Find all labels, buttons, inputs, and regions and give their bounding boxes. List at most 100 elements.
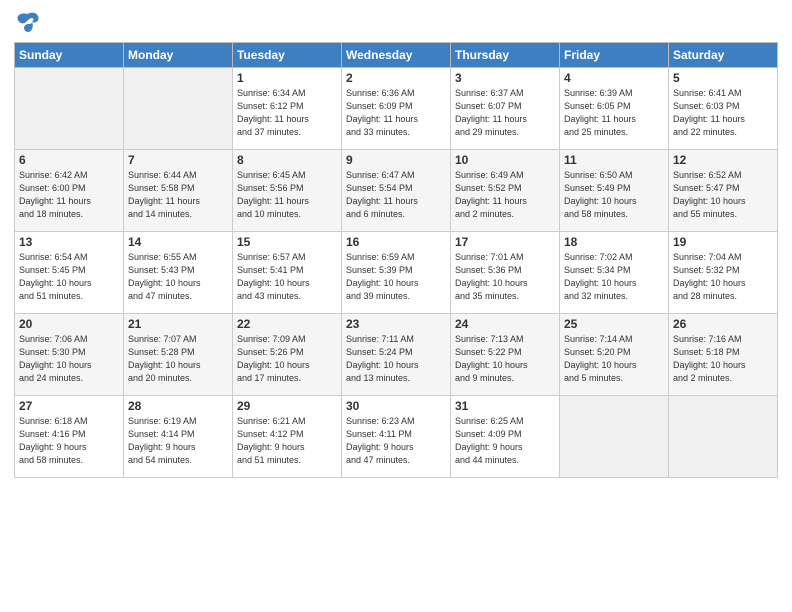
day-info: Sunrise: 6:57 AMSunset: 5:41 PMDaylight:… [237,251,337,303]
calendar-table: SundayMondayTuesdayWednesdayThursdayFrid… [14,42,778,478]
day-info: Sunrise: 6:59 AMSunset: 5:39 PMDaylight:… [346,251,446,303]
day-number: 20 [19,317,119,331]
day-info: Sunrise: 6:55 AMSunset: 5:43 PMDaylight:… [128,251,228,303]
day-number: 1 [237,71,337,85]
calendar-cell: 12 Sunrise: 6:52 AMSunset: 5:47 PMDayligh… [669,150,778,232]
calendar-cell: 8 Sunrise: 6:45 AMSunset: 5:56 PMDaylight… [233,150,342,232]
day-header-thursday: Thursday [451,43,560,68]
day-number: 8 [237,153,337,167]
calendar-cell: 6Sunrise: 6:42 AMSunset: 6:00 PMDaylight… [15,150,124,232]
day-header-friday: Friday [560,43,669,68]
day-number: 18 [564,235,664,249]
day-number: 22 [237,317,337,331]
calendar-cell: 15 Sunrise: 6:57 AMSunset: 5:41 PMDayligh… [233,232,342,314]
day-info: Sunrise: 6:47 AMSunset: 5:54 PMDaylight:… [346,169,446,221]
calendar-cell: 1 Sunrise: 6:34 AMSunset: 6:12 PMDaylight… [233,68,342,150]
day-info: Sunrise: 7:02 AMSunset: 5:34 PMDaylight:… [564,251,664,303]
calendar-cell: 18 Sunrise: 7:02 AMSunset: 5:34 PMDayligh… [560,232,669,314]
day-info: Sunrise: 7:16 AMSunset: 5:18 PMDaylight:… [673,333,773,385]
day-info: Sunrise: 6:36 AMSunset: 6:09 PMDaylight:… [346,87,446,139]
calendar-cell: 13Sunrise: 6:54 AMSunset: 5:45 PMDayligh… [15,232,124,314]
calendar-cell: 16 Sunrise: 6:59 AMSunset: 5:39 PMDayligh… [342,232,451,314]
calendar-cell [15,68,124,150]
calendar-cell: 3Sunrise: 6:37 AMSunset: 6:07 PMDaylight… [451,68,560,150]
day-info: Sunrise: 6:42 AMSunset: 6:00 PMDaylight:… [19,169,119,221]
day-info: Sunrise: 6:52 AMSunset: 5:47 PMDaylight:… [673,169,773,221]
calendar-week-row: 1 Sunrise: 6:34 AMSunset: 6:12 PMDaylight… [15,68,778,150]
day-info: Sunrise: 6:23 AMSunset: 4:11 PMDaylight:… [346,415,446,467]
day-info: Sunrise: 7:06 AMSunset: 5:30 PMDaylight:… [19,333,119,385]
day-number: 19 [673,235,773,249]
day-number: 4 [564,71,664,85]
calendar-cell [669,396,778,478]
day-info: Sunrise: 6:18 AMSunset: 4:16 PMDaylight:… [19,415,119,467]
calendar-cell: 23 Sunrise: 7:11 AMSunset: 5:24 PMDayligh… [342,314,451,396]
day-info: Sunrise: 7:13 AMSunset: 5:22 PMDaylight:… [455,333,555,385]
day-info: Sunrise: 6:44 AMSunset: 5:58 PMDaylight:… [128,169,228,221]
day-number: 16 [346,235,446,249]
day-info: Sunrise: 6:45 AMSunset: 5:56 PMDaylight:… [237,169,337,221]
calendar-cell: 21 Sunrise: 7:07 AMSunset: 5:28 PMDayligh… [124,314,233,396]
day-info: Sunrise: 6:41 AMSunset: 6:03 PMDaylight:… [673,87,773,139]
day-header-saturday: Saturday [669,43,778,68]
calendar-cell: 14Sunrise: 6:55 AMSunset: 5:43 PMDayligh… [124,232,233,314]
calendar-cell: 30 Sunrise: 6:23 AMSunset: 4:11 PMDayligh… [342,396,451,478]
day-number: 23 [346,317,446,331]
day-header-sunday: Sunday [15,43,124,68]
day-number: 12 [673,153,773,167]
day-header-monday: Monday [124,43,233,68]
day-number: 7 [128,153,228,167]
day-number: 17 [455,235,555,249]
day-info: Sunrise: 7:04 AMSunset: 5:32 PMDaylight:… [673,251,773,303]
calendar-cell: 5 Sunrise: 6:41 AMSunset: 6:03 PMDaylight… [669,68,778,150]
logo-icon [14,10,42,34]
day-info: Sunrise: 7:07 AMSunset: 5:28 PMDaylight:… [128,333,228,385]
day-number: 31 [455,399,555,413]
day-number: 3 [455,71,555,85]
day-info: Sunrise: 7:14 AMSunset: 5:20 PMDaylight:… [564,333,664,385]
calendar-cell: 26Sunrise: 7:16 AMSunset: 5:18 PMDayligh… [669,314,778,396]
calendar-cell: 29 Sunrise: 6:21 AMSunset: 4:12 PMDayligh… [233,396,342,478]
day-number: 15 [237,235,337,249]
day-info: Sunrise: 7:09 AMSunset: 5:26 PMDaylight:… [237,333,337,385]
day-number: 25 [564,317,664,331]
day-info: Sunrise: 6:39 AMSunset: 6:05 PMDaylight:… [564,87,664,139]
day-info: Sunrise: 6:21 AMSunset: 4:12 PMDaylight:… [237,415,337,467]
calendar-cell: 27Sunrise: 6:18 AMSunset: 4:16 PMDayligh… [15,396,124,478]
day-info: Sunrise: 7:01 AMSunset: 5:36 PMDaylight:… [455,251,555,303]
day-info: Sunrise: 6:49 AMSunset: 5:52 PMDaylight:… [455,169,555,221]
calendar-cell: 4 Sunrise: 6:39 AMSunset: 6:05 PMDaylight… [560,68,669,150]
day-info: Sunrise: 6:25 AMSunset: 4:09 PMDaylight:… [455,415,555,467]
calendar-cell: 31 Sunrise: 6:25 AMSunset: 4:09 PMDayligh… [451,396,560,478]
day-number: 29 [237,399,337,413]
calendar-cell: 19 Sunrise: 7:04 AMSunset: 5:32 PMDayligh… [669,232,778,314]
day-number: 30 [346,399,446,413]
day-header-tuesday: Tuesday [233,43,342,68]
day-number: 9 [346,153,446,167]
calendar-header-row: SundayMondayTuesdayWednesdayThursdayFrid… [15,43,778,68]
calendar-week-row: 13Sunrise: 6:54 AMSunset: 5:45 PMDayligh… [15,232,778,314]
day-info: Sunrise: 7:11 AMSunset: 5:24 PMDaylight:… [346,333,446,385]
day-number: 5 [673,71,773,85]
calendar-cell: 2 Sunrise: 6:36 AMSunset: 6:09 PMDaylight… [342,68,451,150]
calendar-cell: 25 Sunrise: 7:14 AMSunset: 5:20 PMDayligh… [560,314,669,396]
calendar-cell: 28 Sunrise: 6:19 AMSunset: 4:14 PMDayligh… [124,396,233,478]
calendar-cell: 22 Sunrise: 7:09 AMSunset: 5:26 PMDayligh… [233,314,342,396]
day-number: 2 [346,71,446,85]
page-container: SundayMondayTuesdayWednesdayThursdayFrid… [0,0,792,612]
calendar-cell: 10 Sunrise: 6:49 AMSunset: 5:52 PMDayligh… [451,150,560,232]
calendar-week-row: 27Sunrise: 6:18 AMSunset: 4:16 PMDayligh… [15,396,778,478]
day-number: 28 [128,399,228,413]
day-info: Sunrise: 6:34 AMSunset: 6:12 PMDaylight:… [237,87,337,139]
day-number: 10 [455,153,555,167]
day-number: 11 [564,153,664,167]
day-info: Sunrise: 6:54 AMSunset: 5:45 PMDaylight:… [19,251,119,303]
day-info: Sunrise: 6:50 AMSunset: 5:49 PMDaylight:… [564,169,664,221]
day-number: 24 [455,317,555,331]
logo [14,10,46,34]
calendar-cell [124,68,233,150]
day-info: Sunrise: 6:19 AMSunset: 4:14 PMDaylight:… [128,415,228,467]
calendar-cell: 7 Sunrise: 6:44 AMSunset: 5:58 PMDaylight… [124,150,233,232]
calendar-cell: 17 Sunrise: 7:01 AMSunset: 5:36 PMDayligh… [451,232,560,314]
day-number: 21 [128,317,228,331]
